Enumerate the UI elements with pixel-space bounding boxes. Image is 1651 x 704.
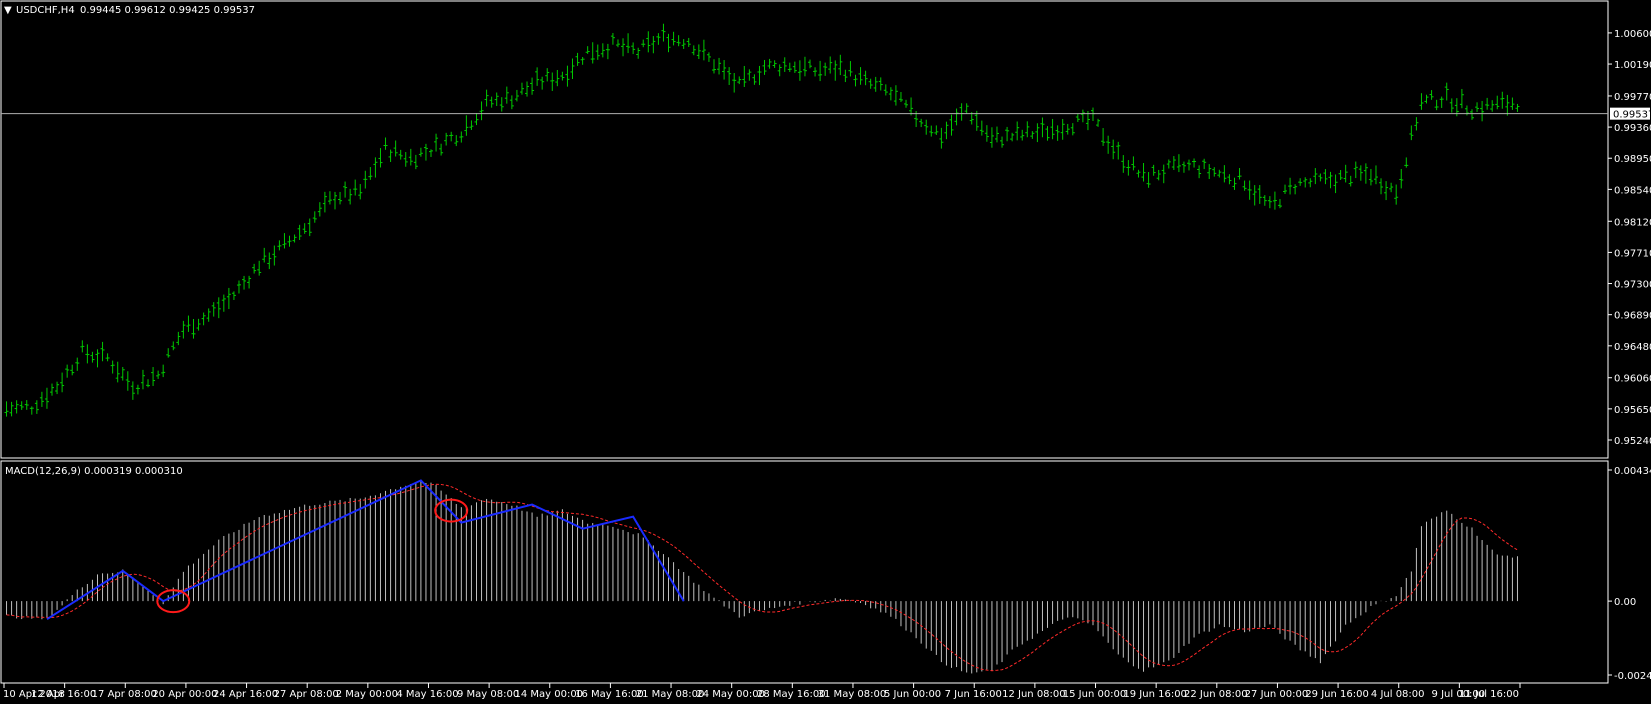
ohlc-label: 0.99445 0.99612 0.99425 0.99537 — [80, 5, 255, 16]
chart-background — [0, 0, 1651, 704]
price-y-tick-label: 0.98950 — [1614, 154, 1651, 165]
time-tick-label: 31 May 08:00 — [818, 689, 887, 700]
macd-y-tick-label: 0.004344 — [1614, 466, 1651, 477]
time-tick-label: 11 Jul 16:00 — [1459, 689, 1519, 700]
time-tick-label: 21 May 08:00 — [636, 689, 705, 700]
time-tick-label: 27 Jun 00:00 — [1245, 689, 1309, 700]
price-y-tick-label: 0.99360 — [1614, 123, 1651, 134]
price-y-tick-label: 0.96890 — [1614, 311, 1651, 322]
time-tick-label: 24 May 00:00 — [696, 689, 765, 700]
time-tick-label: 14 May 00:00 — [514, 689, 583, 700]
time-tick-label: 19 Jun 16:00 — [1123, 689, 1187, 700]
price-y-tick-label: 0.98540 — [1614, 185, 1651, 196]
time-tick-label: 12 Jun 08:00 — [1002, 689, 1066, 700]
price-y-tick-label: 1.00190 — [1614, 60, 1651, 71]
time-tick-label: 7 Jun 16:00 — [945, 689, 1002, 700]
price-y-tick-label: 0.95240 — [1614, 436, 1651, 447]
macd-y-tick-label: 0.00 — [1614, 597, 1636, 608]
price-y-tick-label: 0.95650 — [1614, 405, 1651, 416]
price-y-tick-label: 0.99770 — [1614, 92, 1651, 103]
time-tick-label: 2 May 00:00 — [336, 689, 398, 700]
time-tick-label: 17 Apr 08:00 — [92, 689, 157, 700]
time-tick-label: 12 Apr 16:00 — [31, 689, 96, 700]
time-tick-label: 5 Jun 00:00 — [884, 689, 941, 700]
current-price-box: 0.99537 — [1610, 107, 1651, 121]
time-tick-label: 9 May 08:00 — [457, 689, 519, 700]
time-tick-label: 15 Jun 00:00 — [1063, 689, 1127, 700]
time-tick-label: 27 Apr 08:00 — [274, 689, 339, 700]
price-y-tick-label: 0.97300 — [1614, 280, 1651, 291]
time-tick-label: 4 Jul 08:00 — [1371, 689, 1425, 700]
price-y-tick-label: 1.00600 — [1614, 29, 1651, 40]
time-tick-label: 16 May 16:00 — [575, 689, 644, 700]
current-price-box-text: 0.99537 — [1613, 110, 1651, 121]
header-dropdown-icon[interactable]: ▼ — [4, 5, 12, 16]
macd-header-label: MACD(12,26,9) 0.000319 0.000310 — [5, 466, 183, 477]
time-tick-label: 29 Jun 16:00 — [1305, 689, 1369, 700]
price-y-tick-label: 0.96480 — [1614, 342, 1651, 353]
time-tick-label: 24 Apr 16:00 — [213, 689, 278, 700]
time-tick-label: 4 May 16:00 — [396, 689, 458, 700]
price-y-tick-label: 0.96060 — [1614, 374, 1651, 385]
time-tick-label: 28 May 16:00 — [757, 689, 826, 700]
time-tick-label: 20 Apr 00:00 — [152, 689, 217, 700]
macd-y-tick-label: -0.002448 — [1614, 671, 1651, 682]
symbol-label: USDCHF,H4 — [16, 5, 75, 16]
price-y-tick-label: 0.98120 — [1614, 217, 1651, 228]
time-tick-label: 22 Jun 08:00 — [1184, 689, 1248, 700]
price-y-tick-label: 0.97710 — [1614, 248, 1651, 259]
chart-canvas: ▼ USDCHF,H4 0.99445 0.99612 0.99425 0.99… — [0, 0, 1651, 704]
